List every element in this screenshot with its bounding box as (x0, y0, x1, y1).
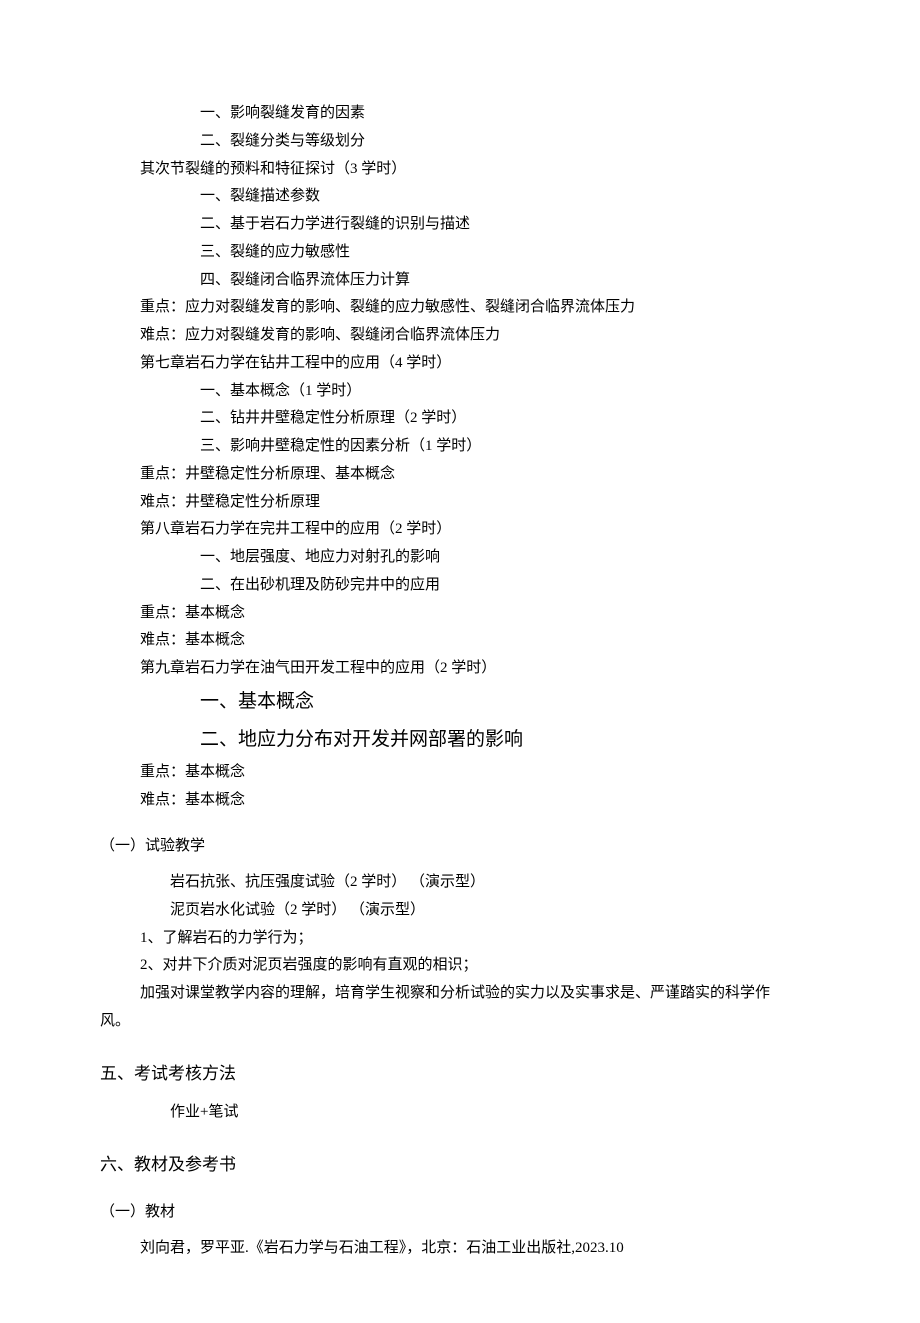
experiment-line: 泥页岩水化试验（2 学时） （演示型） (100, 897, 820, 925)
list-item: 三、影响井壁稳定性的因素分析（1 学时） (100, 433, 820, 461)
key-point: 重点：井壁稳定性分析原理、基本概念 (100, 461, 820, 489)
difficulty-point: 难点：井壁稳定性分析原理 (100, 489, 820, 517)
list-item: 二、在出砂机理及防砂完井中的应用 (100, 572, 820, 600)
difficulty-point: 难点：基本概念 (100, 627, 820, 655)
body-text: 1、了解岩石的力学行为； (100, 925, 820, 953)
key-point: 重点：基本概念 (100, 759, 820, 787)
chapter-heading: 第九章岩石力学在油气田开发工程中的应用（2 学时） (100, 655, 820, 683)
list-item: 一、影响裂缝发育的因素 (100, 100, 820, 128)
section-heading: 五、考试考核方法 (100, 1058, 820, 1089)
heading-text: 试验教学 (145, 837, 205, 854)
list-item: 一、裂缝描述参数 (100, 183, 820, 211)
section-heading: 六、教材及参考书 (100, 1149, 820, 1180)
list-item: 二、基于岩石力学进行裂缝的识别与描述 (100, 211, 820, 239)
body-text: 风。 (100, 1008, 820, 1036)
list-item: 一、地层强度、地应力对射孔的影响 (100, 544, 820, 572)
heading-text: 教材 (145, 1203, 175, 1220)
heading-paren: （一） (100, 1204, 145, 1220)
list-item: 二、钻井井壁稳定性分析原理（2 学时） (100, 405, 820, 433)
experiment-line: 岩石抗张、抗压强度试验（2 学时） （演示型） (100, 869, 820, 897)
list-item: 二、裂缝分类与等级划分 (100, 128, 820, 156)
subsection-heading: （一）试验教学 (100, 832, 820, 861)
body-text: 2、对井下介质对泥页岩强度的影响有直观的相识； (100, 952, 820, 980)
list-item: 四、裂缝闭合临界流体压力计算 (100, 267, 820, 295)
body-text: 加强对课堂教学内容的理解，培育学生视察和分析试验的实力以及实事求是、严谨踏实的科… (100, 980, 820, 1008)
body-text: 作业+笔试 (100, 1099, 820, 1127)
list-item: 一、基本概念 (100, 683, 820, 721)
heading-paren: （一） (100, 838, 145, 854)
document-page: 一、影响裂缝发育的因素 二、裂缝分类与等级划分 其次节裂缝的预料和特征探讨（3 … (0, 0, 920, 1323)
section-line: 其次节裂缝的预料和特征探讨（3 学时） (100, 156, 820, 184)
list-item: 二、地应力分布对开发并网部署的影响 (100, 721, 820, 759)
difficulty-point: 难点：应力对裂缝发育的影响、裂缝闭合临界流体压力 (100, 322, 820, 350)
list-item: 一、基本概念（1 学时） (100, 378, 820, 406)
subsection-heading: （一）教材 (100, 1198, 820, 1227)
list-item: 三、裂缝的应力敏感性 (100, 239, 820, 267)
key-point: 重点：应力对裂缝发育的影响、裂缝的应力敏感性、裂缝闭合临界流体压力 (100, 294, 820, 322)
reference-line: 刘向君，罗平亚.《岩石力学与石油工程》，北京：石油工业出版社,2023.10 (100, 1235, 820, 1263)
chapter-heading: 第八章岩石力学在完井工程中的应用（2 学时） (100, 516, 820, 544)
key-point: 重点：基本概念 (100, 600, 820, 628)
chapter-heading: 第七章岩石力学在钻井工程中的应用（4 学时） (100, 350, 820, 378)
difficulty-point: 难点：基本概念 (100, 787, 820, 815)
